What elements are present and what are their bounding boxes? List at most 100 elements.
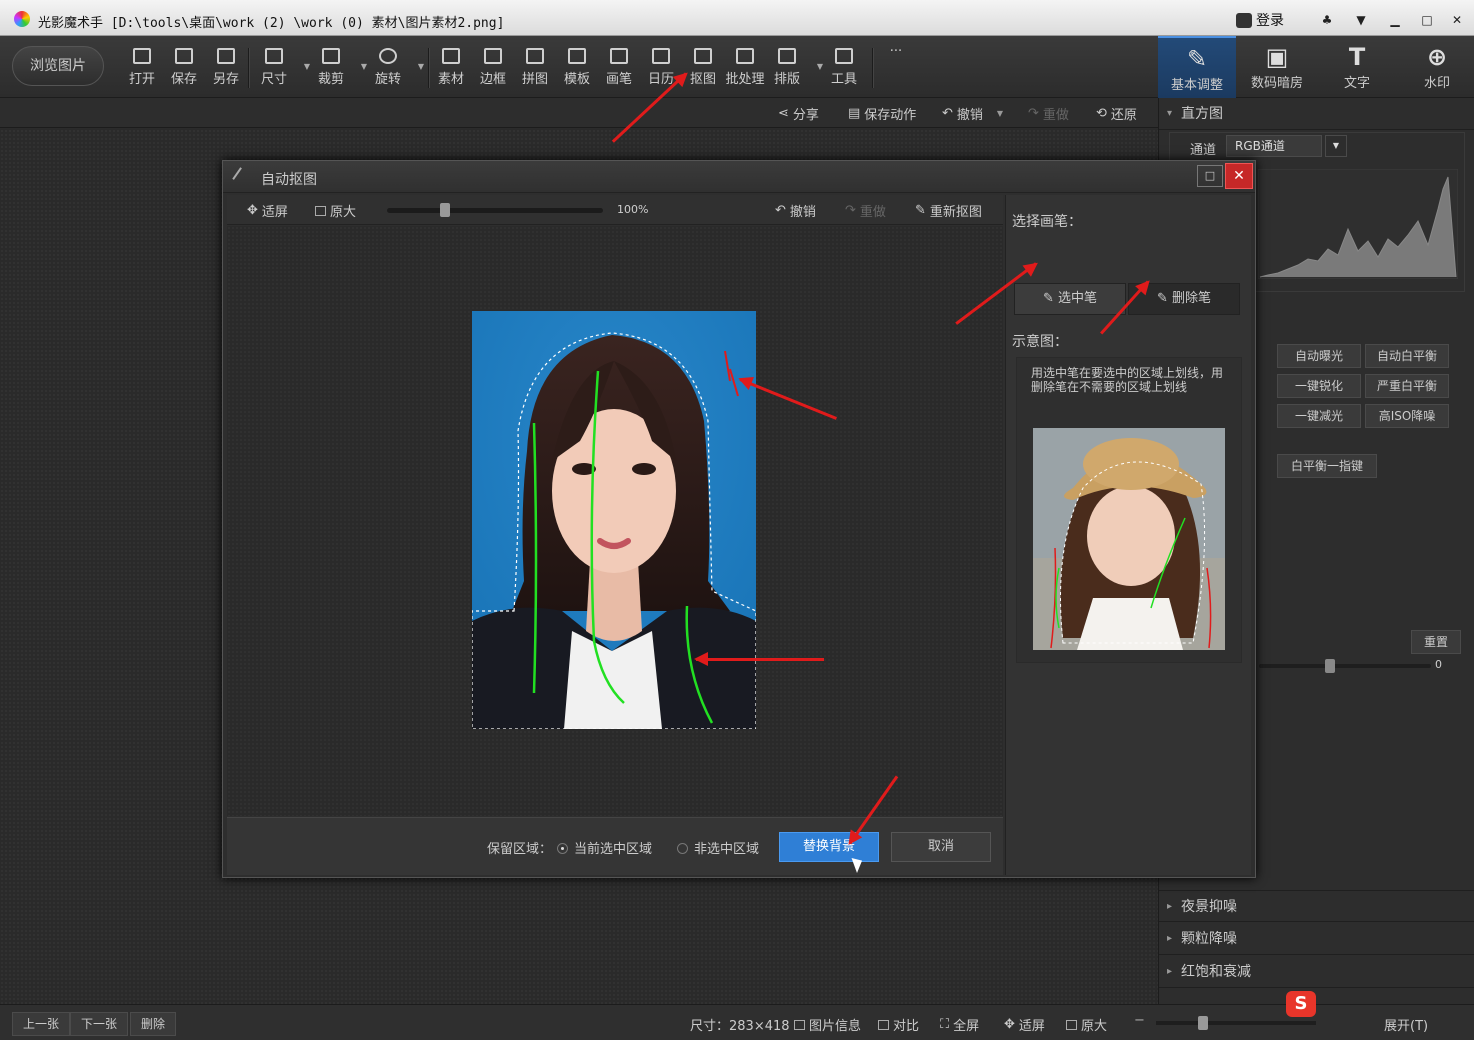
diagram-label: 示意图：	[1012, 334, 1068, 350]
dialog-close-button[interactable]: ✕	[1225, 163, 1253, 189]
delete-image-button[interactable]: 删除	[130, 1012, 177, 1036]
more-tools-button[interactable]: ···	[876, 44, 916, 59]
batch-icon	[736, 48, 754, 64]
login-button[interactable]: 登录	[1236, 10, 1284, 30]
chevron-down-icon[interactable]: ▼	[418, 62, 424, 71]
minimize-button[interactable]: ▁	[1380, 8, 1410, 32]
save-action-icon: ▤	[848, 106, 861, 121]
cancel-button[interactable]: 取消	[891, 832, 991, 862]
menu-icon[interactable]: ▼	[1346, 8, 1376, 32]
chevron-down-icon[interactable]: ▼	[361, 62, 367, 71]
tool-save[interactable]: 保存	[164, 48, 204, 87]
auto-cutout-dialog: 自动抠图 □ ✕ ✥ 适屏 原大 100% ↶ 撤销 ↷ 重做 ✎ 重新抠图 保…	[222, 160, 1256, 878]
chevron-down-icon[interactable]: ▼	[1325, 135, 1347, 157]
fit-screen-button[interactable]: ✥ 适屏	[1004, 1015, 1045, 1034]
skin-icon[interactable]: ♣	[1312, 8, 1342, 32]
tool-save-as[interactable]: 另存	[206, 48, 246, 87]
border-icon	[484, 48, 502, 64]
histogram-section[interactable]: 直方图	[1159, 98, 1474, 130]
dlg-undo-button[interactable]: ↶ 撤销	[775, 201, 816, 220]
section-red-saturation[interactable]: 红饱和衰减	[1159, 956, 1474, 988]
zoom-slider[interactable]	[1156, 1016, 1316, 1030]
sogou-ime-icon[interactable]: S	[1286, 991, 1316, 1017]
tab-watermark[interactable]: ⊕ 水印	[1398, 36, 1474, 98]
auto-exposure-button[interactable]: 自动曝光	[1277, 344, 1361, 368]
share-icon: ⋖	[778, 106, 789, 121]
auto-white-balance-button[interactable]: 自动白平衡	[1365, 344, 1449, 368]
channel-select[interactable]: RGB通道 ▼	[1226, 135, 1347, 157]
dialog-toolbar: ✥ 适屏 原大 100% ↶ 撤销 ↷ 重做 ✎ 重新抠图	[227, 195, 1003, 225]
adjust-slider[interactable]	[1259, 659, 1431, 673]
tool-size[interactable]: 尺寸 ▼	[254, 48, 310, 87]
image-info-button[interactable]: 图片信息	[794, 1015, 861, 1034]
tool-cutout[interactable]: 抠图	[683, 48, 723, 87]
maximize-button[interactable]: □	[1412, 8, 1442, 32]
browse-images-button[interactable]: 浏览图片	[12, 46, 104, 86]
wrench-icon	[835, 48, 853, 64]
prev-image-button[interactable]: 上一张	[12, 1012, 71, 1036]
select-brush-button[interactable]: ✎ 选中笔	[1014, 283, 1126, 315]
tab-text[interactable]: T 文字	[1318, 36, 1396, 98]
tool-brush[interactable]: 画笔	[599, 48, 639, 87]
slider-thumb[interactable]	[1325, 659, 1335, 673]
replace-background-button[interactable]: 替换背景	[779, 832, 879, 862]
compare-button[interactable]: 对比	[878, 1015, 919, 1034]
tool-layout[interactable]: 排版 ▼	[767, 48, 823, 87]
dlg-zoom-slider[interactable]	[387, 203, 603, 217]
section-night-denoise[interactable]: 夜景抑噪	[1159, 890, 1474, 923]
original-size-button[interactable]: 原大	[1066, 1015, 1107, 1034]
chevron-down-icon[interactable]: ▼	[817, 62, 823, 71]
zoom-out-icon[interactable]: −	[1134, 1013, 1145, 1028]
login-label: 登录	[1256, 13, 1284, 29]
layout-icon	[778, 48, 796, 64]
one-click-dim-button[interactable]: 一键减光	[1277, 404, 1361, 428]
dlg-fit-button[interactable]: ✥ 适屏	[247, 201, 288, 220]
reset-button[interactable]: 重置	[1411, 630, 1461, 654]
wb-one-click-button[interactable]: 白平衡一指键	[1277, 454, 1377, 478]
diagram-box: 用选中笔在要选中的区域上划线，用删除笔在不需要的区域上划线	[1016, 357, 1242, 663]
fullscreen-button[interactable]: ⛶ 全屏	[940, 1015, 979, 1034]
fit-icon: ✥	[1004, 1017, 1015, 1032]
portrait-photo[interactable]	[472, 311, 756, 729]
undo-button[interactable]: ↶ 撤销 ▼	[942, 104, 1003, 123]
zoom-slider-thumb[interactable]	[1198, 1016, 1208, 1030]
user-icon	[1236, 12, 1252, 28]
radio-icon	[677, 843, 688, 854]
tool-collage[interactable]: 拼图	[515, 48, 555, 87]
high-iso-denoise-button[interactable]: 高ISO降噪	[1365, 404, 1449, 428]
tool-tools[interactable]: 工具	[824, 48, 864, 87]
dialog-maximize-button[interactable]: □	[1197, 165, 1223, 187]
material-icon	[442, 48, 460, 64]
tool-border[interactable]: 边框	[473, 48, 513, 87]
annotation-arrow	[694, 652, 824, 666]
keep-other-radio[interactable]: 非选中区域	[677, 838, 759, 857]
tool-open[interactable]: 打开	[122, 48, 162, 87]
main-toolbar: 浏览图片 打开 保存 另存 尺寸 ▼ 裁剪 ▼ 旋转 ▼ 素材 边框 拼图 模板 画笔…	[0, 36, 1474, 98]
chevron-down-icon[interactable]: ▼	[997, 109, 1003, 118]
keep-current-radio[interactable]: 当前选中区域	[557, 838, 652, 857]
tool-rotate[interactable]: 旋转 ▼	[368, 48, 424, 87]
redo-button[interactable]: ↷ 重做	[1028, 104, 1069, 123]
close-window-button[interactable]: ✕	[1442, 8, 1472, 32]
tab-basic-adjust[interactable]: ✎ 基本调整	[1158, 36, 1236, 98]
restore-button[interactable]: ⟲ 还原	[1096, 104, 1137, 123]
next-image-button[interactable]: 下一张	[70, 1012, 129, 1036]
tab-darkroom[interactable]: ▣ 数码暗房	[1238, 36, 1316, 98]
dlg-original-button[interactable]: 原大	[315, 201, 356, 220]
save-action-button[interactable]: ▤ 保存动作	[848, 104, 916, 123]
tool-material[interactable]: 素材	[431, 48, 471, 87]
tool-crop[interactable]: 裁剪 ▼	[311, 48, 367, 87]
tool-batch[interactable]: 批处理	[722, 48, 768, 87]
dlg-zoom-thumb[interactable]	[440, 203, 450, 217]
expand-button[interactable]: 展开(T)	[1384, 1015, 1428, 1034]
section-grain-denoise[interactable]: 颗粒降噪	[1159, 923, 1474, 955]
dlg-redo-button[interactable]: ↷ 重做	[845, 201, 886, 220]
bottom-bar: 上一张 下一张 删除 尺寸：283×418 图片信息 对比 ⛶ 全屏 ✥ 适屏 原大…	[0, 991, 1474, 1040]
dlg-recut-button[interactable]: ✎ 重新抠图	[915, 201, 982, 220]
strict-white-balance-button[interactable]: 严重白平衡	[1365, 374, 1449, 398]
tool-template[interactable]: 模板	[557, 48, 597, 87]
chevron-down-icon[interactable]: ▼	[304, 62, 310, 71]
one-click-sharpen-button[interactable]: 一键锐化	[1277, 374, 1361, 398]
text-icon: T	[1348, 43, 1366, 71]
share-button[interactable]: ⋖ 分享	[778, 104, 819, 123]
